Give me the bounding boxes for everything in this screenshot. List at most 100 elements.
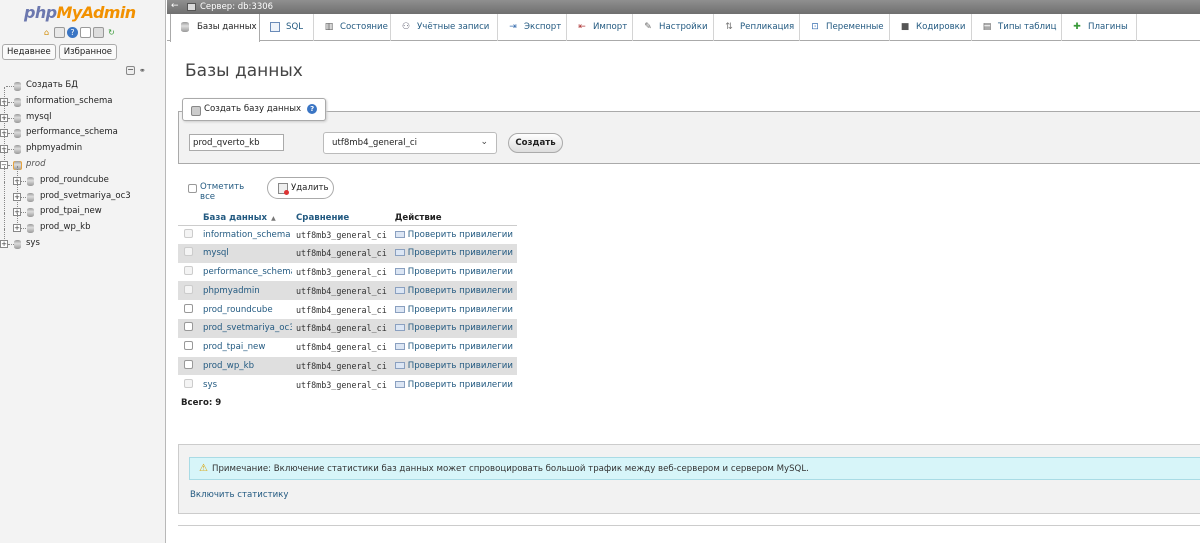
tree-item-prod-roundcube[interactable]: + prod_roundcube [0, 165, 166, 190]
favorites-tab[interactable]: Избранное [58, 44, 118, 60]
new-database-icon [191, 106, 201, 116]
home-icon[interactable]: ⌂ [41, 27, 52, 38]
tree-item-label: phpmyadmin [26, 143, 83, 154]
check-privileges-link[interactable]: Проверить привилегии [390, 281, 517, 301]
enable-statistics-link[interactable]: Включить статистику [190, 490, 288, 500]
row-checkbox[interactable] [184, 303, 193, 313]
row-checkbox[interactable] [184, 359, 193, 369]
check-privileges-link[interactable]: Проверить привилегии [390, 337, 517, 357]
tab-status[interactable]: ▥ Состояние [314, 14, 391, 41]
tab-export[interactable]: ⇥ Экспорт [498, 14, 567, 41]
database-name-link[interactable]: information_schema [199, 225, 292, 244]
help-icon[interactable]: ? [67, 27, 78, 38]
check-privileges-link[interactable]: Проверить привилегии [390, 262, 517, 282]
database-name-input[interactable] [189, 134, 284, 151]
tree-item-prod-wp-kb[interactable]: + prod_wp_kb [0, 213, 166, 237]
check-privileges-link[interactable]: Проверить привилегии [390, 356, 517, 376]
tree-item-information-schema[interactable]: + information_schema [0, 86, 166, 111]
privileges-icon [394, 380, 405, 388]
tab-label: Кодировки [916, 22, 966, 32]
row-checkbox-cell [178, 243, 199, 263]
check-privileges-link[interactable]: Проверить привилегии [390, 225, 517, 244]
tab-import[interactable]: ⇤ Импорт [567, 14, 633, 41]
recent-tab[interactable]: Недавнее [2, 44, 56, 60]
collapse-all-icon[interactable]: − [126, 66, 135, 75]
header-label: База данных [203, 212, 268, 223]
tab-databases[interactable]: Базы данных [170, 14, 260, 42]
tab-sql[interactable]: SQL [260, 14, 314, 41]
privileges-icon [394, 305, 405, 313]
database-icon [26, 224, 35, 234]
database-name-link[interactable]: sys [199, 375, 292, 395]
table-row: sys utf8mb3_general_ci Проверить привилеги… [178, 375, 517, 395]
check-privileges-link[interactable]: Проверить привилегии [390, 300, 517, 319]
page-title: Базы данных [185, 61, 303, 81]
help-icon[interactable]: ? [307, 104, 318, 114]
database-name-link[interactable]: prod_tpai_new [199, 337, 292, 357]
tab-label: Переменные [826, 22, 884, 32]
row-checkbox-cell [178, 300, 199, 319]
collation-cell: utf8mb3_general_ci [292, 262, 391, 282]
tab-variables[interactable]: ⊡ Переменные [800, 14, 890, 41]
tree-item-prod-group[interactable]: − prod [0, 149, 166, 174]
select-all-checkbox[interactable] [188, 184, 197, 193]
tree-item-prod-tpai-new[interactable]: + prod_tpai_new [0, 197, 166, 221]
tree-item-label: performance_schema [26, 127, 118, 138]
expand-icon[interactable]: + [13, 224, 21, 233]
row-checkbox[interactable] [184, 322, 193, 332]
header-collation[interactable]: Сравнение [292, 211, 391, 226]
logout-icon[interactable] [54, 27, 65, 38]
phpmyadmin-logo[interactable]: phpMyAdmin [24, 3, 136, 22]
database-tree: Создать БД + information_schema + mysql … [0, 79, 166, 253]
import-icon: ⇤ [578, 22, 586, 32]
database-name-link[interactable]: mysql [199, 243, 292, 263]
back-arrow-icon[interactable]: ← [171, 1, 180, 11]
privileges-icon [394, 267, 405, 275]
tree-item-sys[interactable]: + sys [0, 228, 166, 253]
tree-item-label: prod_svetmariya_oc3 [40, 190, 131, 201]
check-privileges-link[interactable]: Проверить привилегии [390, 243, 517, 263]
collation-cell: utf8mb4_general_ci [292, 281, 391, 301]
database-name-link[interactable]: prod_svetmariya_oc3 [199, 318, 292, 338]
reload-icon[interactable]: ↻ [106, 27, 117, 38]
wrench-icon: ✎ [644, 22, 652, 32]
collation-cell: utf8mb4_general_ci [292, 300, 391, 319]
tab-charsets[interactable]: ■ Кодировки [890, 14, 972, 41]
tree-item-prod-svetmariya-oc3[interactable]: + prod_svetmariya_oc3 [0, 181, 166, 206]
tree-item-create-db[interactable]: Создать БД [0, 79, 166, 95]
expand-icon[interactable]: + [0, 239, 8, 248]
collation-cell: utf8mb4_general_ci [292, 356, 391, 376]
select-all[interactable]: Отметить все [178, 177, 258, 202]
header-database[interactable]: База данных ▲ [199, 211, 292, 226]
tab-settings[interactable]: ✎ Настройки [633, 14, 714, 41]
docs-icon[interactable] [80, 27, 91, 38]
chevron-down-icon: ⌄ [480, 137, 488, 147]
tab-label: Плагины [1088, 22, 1128, 32]
tab-replication[interactable]: ⇅ Репликация [714, 14, 800, 41]
tab-user-accounts[interactable]: ⚇ Учётные записи [391, 14, 498, 41]
link-icon[interactable]: ⚭ [139, 66, 146, 75]
database-name-link[interactable]: prod_wp_kb [199, 356, 292, 376]
check-privileges-link[interactable]: Проверить привилегии [390, 318, 517, 338]
replication-icon: ⇅ [725, 22, 733, 32]
drop-button[interactable]: Удалить [267, 177, 334, 199]
create-database-button[interactable]: Создать [508, 133, 563, 153]
tab-plugins[interactable]: ✚ Плагины [1062, 14, 1137, 41]
table-row: mysql utf8mb4_general_ci Проверить привиле… [178, 243, 517, 263]
database-name-link[interactable]: performance_schema [199, 262, 292, 282]
row-checkbox[interactable] [184, 341, 193, 351]
tree-item-mysql[interactable]: + mysql [0, 102, 166, 127]
charset-icon: ■ [900, 22, 910, 32]
server-breadcrumb[interactable]: Сервер: db:3306 [200, 2, 273, 12]
tree-item-performance-schema[interactable]: + performance_schema [0, 118, 166, 142]
server-breadcrumb-bar: ← Сервер: db:3306 [167, 0, 1200, 14]
collation-cell: utf8mb3_general_ci [292, 225, 391, 244]
database-name-link[interactable]: prod_roundcube [199, 300, 292, 319]
collation-select[interactable]: utf8mb4_general_ci ⌄ [323, 132, 497, 154]
database-name-link[interactable]: phpmyadmin [199, 281, 292, 301]
tab-engines[interactable]: ▤ Типы таблиц [972, 14, 1062, 41]
select-all-label[interactable]: Отметить все [200, 182, 258, 202]
tree-item-phpmyadmin[interactable]: + phpmyadmin [0, 134, 166, 158]
check-privileges-link[interactable]: Проверить привилегии [390, 375, 517, 395]
settings-icon[interactable] [93, 27, 104, 38]
